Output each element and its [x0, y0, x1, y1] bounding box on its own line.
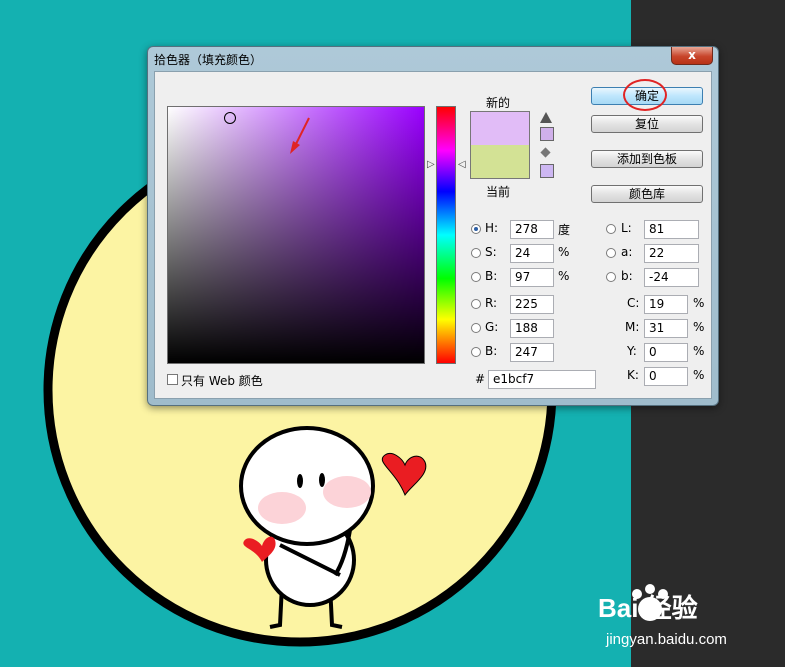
key-input[interactable]: 0 — [644, 367, 688, 386]
color-preview — [470, 111, 530, 179]
magenta-unit: % — [693, 320, 705, 334]
radio-lightness[interactable] — [606, 224, 616, 234]
cyan-unit: % — [693, 296, 705, 310]
magenta-input[interactable]: 31 — [644, 319, 688, 338]
out-of-gamut-warning-icon[interactable] — [540, 112, 552, 123]
close-button[interactable]: x — [671, 47, 713, 65]
web-only-label: 只有 Web 颜色 — [181, 374, 263, 388]
web-only-checkbox[interactable] — [167, 374, 178, 385]
new-color-label: 新的 — [486, 96, 511, 110]
saturation-input[interactable]: 24 — [510, 244, 554, 263]
saturation-unit: % — [558, 245, 570, 259]
blue-label: B: — [485, 344, 498, 358]
lightness-input[interactable]: 81 — [644, 220, 699, 239]
reset-button[interactable]: 复位 — [591, 115, 703, 133]
yellow-unit: % — [693, 344, 705, 358]
hex-input[interactable]: e1bcf7 — [488, 370, 596, 389]
radio-red[interactable] — [471, 299, 481, 309]
watermark-url: jingyan.baidu.com — [605, 631, 727, 648]
color-libraries-button[interactable]: 颜色库 — [591, 185, 703, 203]
magenta-label: M: — [625, 320, 640, 334]
radio-a-channel[interactable] — [606, 248, 616, 258]
dialog-client: ▷ ◁ 新的 当前 确定 复位 添加到色板 颜色库 H: 278 度 S: 24… — [154, 71, 712, 399]
blue-input[interactable]: 247 — [510, 343, 554, 362]
red-input[interactable]: 225 — [510, 295, 554, 314]
hue-input[interactable]: 278 — [510, 220, 554, 239]
annotation-circle — [623, 79, 667, 111]
saturation-label: S: — [485, 245, 497, 259]
lightness-label: L: — [621, 221, 632, 235]
red-label: R: — [485, 296, 498, 310]
b-channel-input[interactable]: -24 — [644, 268, 699, 287]
radio-brightness[interactable] — [471, 272, 481, 282]
radio-green[interactable] — [471, 323, 481, 333]
hue-slider-left-handle-icon[interactable]: ▷ — [427, 159, 435, 171]
web-safe-swatch[interactable] — [540, 164, 554, 178]
hex-label: # — [475, 372, 486, 386]
radio-hue[interactable] — [471, 224, 481, 234]
brightness-unit: % — [558, 269, 570, 283]
green-label: G: — [485, 320, 499, 334]
red-arrow-icon — [290, 117, 310, 154]
key-unit: % — [693, 368, 705, 382]
b-channel-label: b: — [621, 269, 633, 283]
radio-saturation[interactable] — [471, 248, 481, 258]
dialog-title: 拾色器（填充颜色） — [154, 53, 263, 67]
brightness-label: B: — [485, 269, 498, 283]
hue-slider[interactable] — [436, 106, 456, 364]
color-picker-ring-icon[interactable] — [224, 112, 236, 124]
hue-slider-right-handle-icon[interactable]: ◁ — [458, 159, 466, 171]
add-to-swatches-button[interactable]: 添加到色板 — [591, 150, 703, 168]
radio-b-channel[interactable] — [606, 272, 616, 282]
watermark-brand: Bai 经验 — [598, 593, 698, 623]
new-color-swatch[interactable] — [471, 112, 529, 145]
brightness-input[interactable]: 97 — [510, 268, 554, 287]
green-input[interactable]: 188 — [510, 319, 554, 338]
hue-label: H: — [485, 221, 499, 235]
cyan-input[interactable]: 19 — [644, 295, 688, 314]
color-picker-dialog: 拾色器（填充颜色） x ▷ ◁ 新的 当前 确定 复位 添加到色板 颜色库 H:… — [147, 46, 719, 406]
current-color-swatch[interactable] — [471, 145, 529, 178]
gamut-swatch[interactable] — [540, 127, 554, 141]
web-safe-cube-icon[interactable] — [540, 147, 551, 158]
key-label: K: — [627, 368, 639, 382]
yellow-input[interactable]: 0 — [644, 343, 688, 362]
current-color-label: 当前 — [486, 185, 511, 199]
yellow-label: Y: — [627, 344, 637, 358]
a-channel-input[interactable]: 22 — [644, 244, 699, 263]
hue-unit: 度 — [558, 223, 571, 237]
cyan-label: C: — [627, 296, 640, 310]
radio-blue[interactable] — [471, 347, 481, 357]
a-channel-label: a: — [621, 245, 633, 259]
